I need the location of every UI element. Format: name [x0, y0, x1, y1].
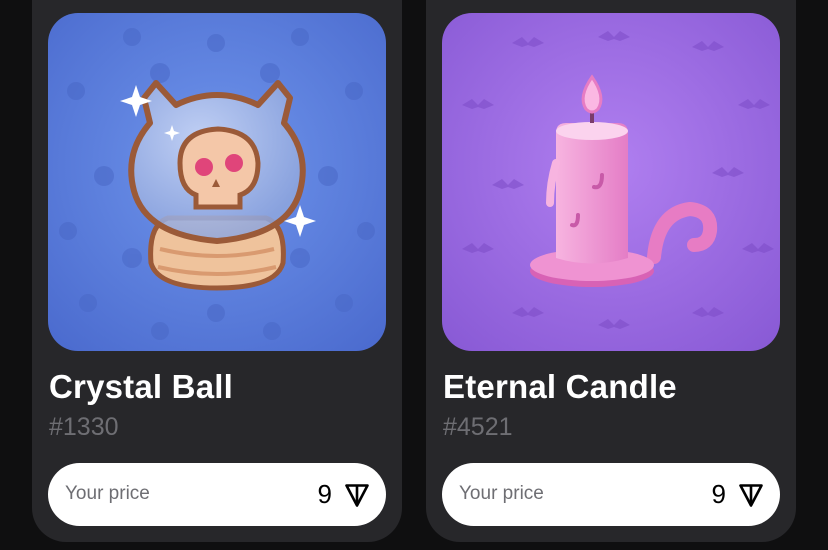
gift-card-eternal-candle[interactable]: Eternal Candle #4521 Your price 9 — [426, 0, 796, 542]
gift-number: #4521 — [443, 413, 513, 441]
price-button[interactable]: Your price 9 — [442, 463, 780, 526]
gift-title: Eternal Candle — [443, 368, 677, 405]
price-label: Your price — [65, 483, 150, 504]
price-value: 9 — [317, 479, 332, 509]
gift-title: Crystal Ball — [49, 368, 233, 405]
price-value: 9 — [711, 479, 726, 509]
price-button[interactable]: Your price 9 — [48, 463, 386, 526]
ton-icon — [345, 484, 369, 507]
eternal-candle-artwork[interactable] — [442, 13, 780, 351]
gift-card-crystal-ball[interactable]: Crystal Ball #1330 Your price 9 — [32, 0, 402, 542]
crystal-ball-artwork[interactable] — [48, 13, 386, 351]
ton-icon — [739, 484, 763, 507]
price-label: Your price — [459, 483, 544, 504]
gift-number: #1330 — [49, 413, 119, 441]
